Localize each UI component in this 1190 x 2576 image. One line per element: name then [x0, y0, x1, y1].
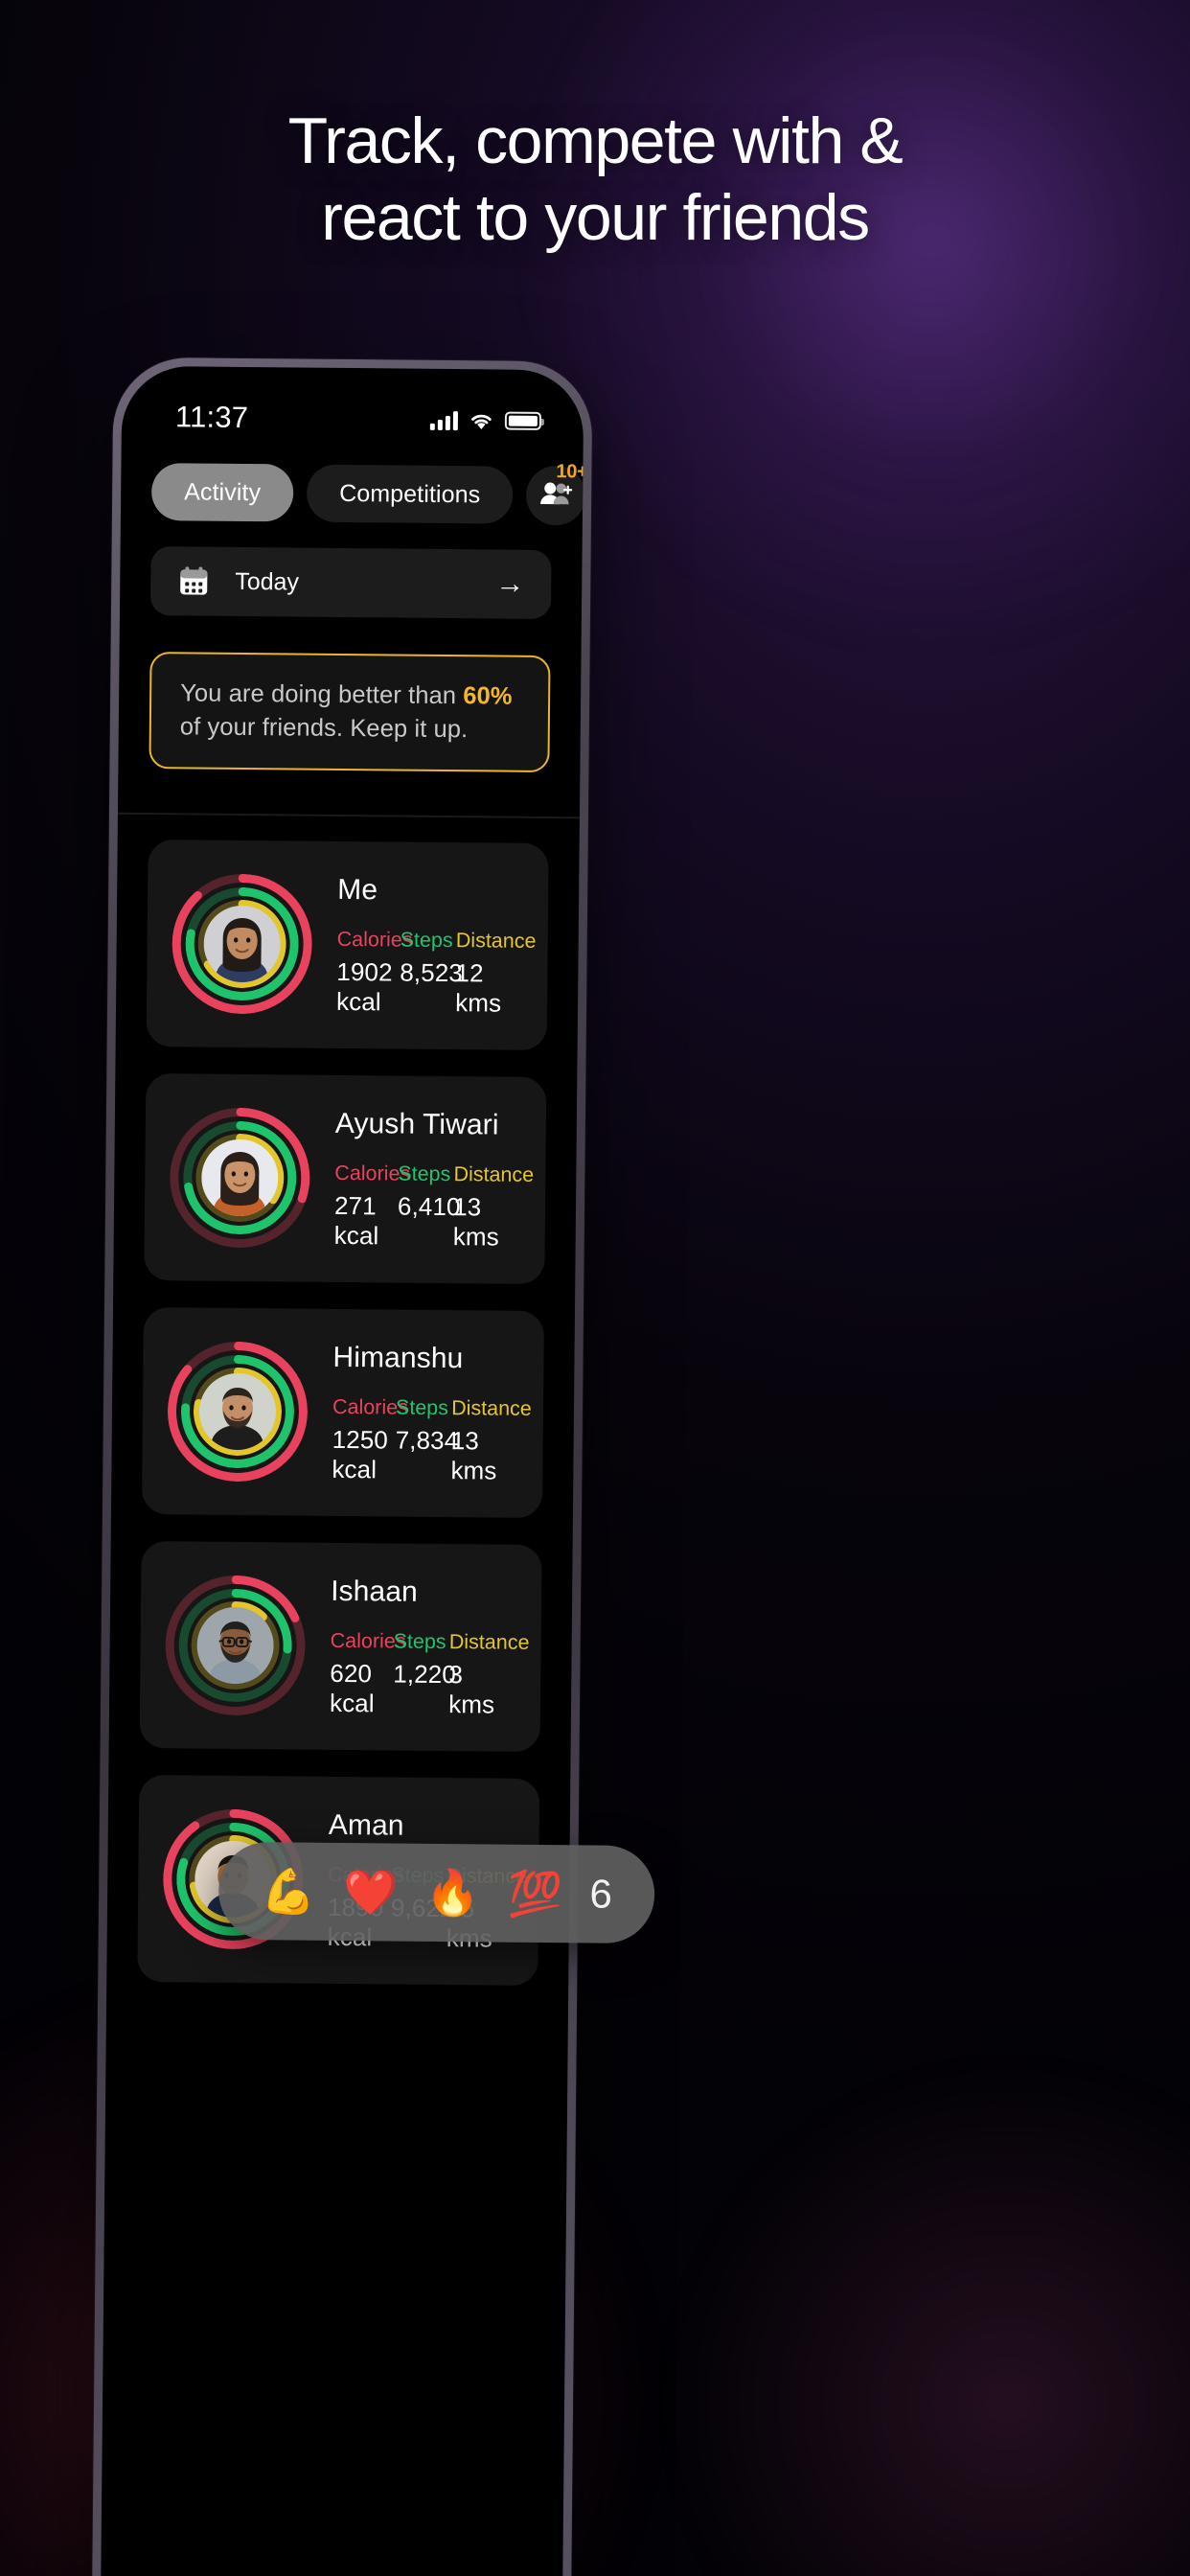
stat-label-steps: Steps: [395, 1395, 449, 1419]
stat-calories: Calories 271 kcal: [333, 1161, 411, 1251]
activity-rings: [167, 1341, 308, 1482]
banner-highlight: 60%: [463, 682, 513, 710]
phone-mockup-frame: 11:37 Activity Competitions 10+ Today → …: [91, 356, 655, 2576]
stat-label-calories: Calories: [332, 1394, 409, 1419]
hundred-points-emoji[interactable]: 💯: [508, 1869, 563, 1920]
stat-label-distance: Distance: [448, 1629, 530, 1654]
stat-value-distance: 3 kms: [448, 1659, 495, 1719]
avatar: [198, 1372, 277, 1451]
stat-steps: Steps 7,834: [395, 1395, 459, 1485]
stat-steps: Steps 6,410: [397, 1162, 461, 1252]
activity-feed: Me Calories 1902 kcal Steps 8,523 Distan…: [106, 815, 580, 1987]
banner-prefix: You are doing better than: [180, 679, 464, 710]
stat-distance: Distance 13 kms: [450, 1395, 532, 1486]
activity-rings: [172, 873, 312, 1014]
tab-competitions[interactable]: Competitions: [306, 464, 514, 524]
stat-label-calories: Calories: [330, 1628, 406, 1653]
stat-steps: Steps 1,220: [393, 1629, 457, 1719]
user-name: Ishaan: [331, 1575, 419, 1608]
user-name: Aman: [328, 1808, 404, 1842]
stat-value-steps: 1,220: [393, 1659, 457, 1689]
red-heart-emoji[interactable]: ❤️: [343, 1867, 399, 1918]
status-bar: 11:37: [122, 366, 584, 448]
user-name: Ayush Tiwari: [334, 1107, 499, 1141]
stat-calories: Calories 620 kcal: [329, 1628, 406, 1718]
stat-value-distance: 13 kms: [452, 1191, 499, 1252]
stat-value-steps: 7,834: [395, 1425, 459, 1455]
stat-distance: Distance 13 kms: [452, 1162, 535, 1253]
stat-value-calories: 620 kcal: [329, 1658, 375, 1717]
battery-icon: [504, 411, 542, 430]
progress-banner: You are doing better than 60% of your fr…: [149, 652, 551, 773]
stat-value-calories: 271 kcal: [333, 1190, 379, 1250]
stat-label-distance: Distance: [455, 928, 537, 953]
user-name: Himanshu: [332, 1341, 464, 1374]
stat-label-distance: Distance: [453, 1162, 535, 1186]
stat-label-distance: Distance: [451, 1395, 532, 1420]
flexed-biceps-emoji[interactable]: 💪: [261, 1866, 316, 1917]
avatar: [200, 1138, 279, 1217]
stat-value-steps: 6,410: [397, 1191, 461, 1221]
page-title: Track, compete with & react to your frie…: [0, 107, 1190, 251]
phone-screen: 11:37 Activity Competitions 10+ Today → …: [100, 365, 584, 2576]
stat-label-calories: Calories: [334, 1161, 411, 1185]
stat-label-steps: Steps: [393, 1629, 446, 1653]
headline-line-2: react to your friends: [321, 181, 870, 255]
banner-suffix: of your friends. Keep it up.: [179, 713, 469, 744]
fire-emoji[interactable]: 🔥: [425, 1868, 481, 1919]
friends-badge: 10+: [556, 461, 584, 483]
tab-activity[interactable]: Activity: [150, 463, 294, 522]
stat-value-calories: 1250 kcal: [332, 1424, 389, 1484]
status-bar-indicators: [429, 409, 542, 430]
top-action-buttons: 10+ +: [525, 461, 584, 526]
background-glow-magenta: [634, 2039, 1190, 2576]
status-bar-time: 11:37: [174, 400, 249, 435]
activity-card[interactable]: Me Calories 1902 kcal Steps 8,523 Distan…: [146, 840, 549, 1051]
stat-distance: Distance 3 kms: [448, 1629, 530, 1720]
reaction-count: 6: [589, 1871, 613, 1917]
add-friends-button[interactable]: 10+: [525, 461, 584, 526]
add-friends-icon: [539, 479, 573, 511]
background-glow-purple: [500, 0, 1190, 671]
activity-card-info: Ayush Tiwari Calories 271 kcal Steps 6,4…: [333, 1107, 535, 1253]
top-toolbar: Activity Competitions 10+: [121, 443, 584, 526]
stat-value-distance: 13 kms: [450, 1425, 497, 1485]
stat-calories: Calories 1902 kcal: [335, 927, 413, 1017]
stat-calories: Calories 1250 kcal: [332, 1394, 409, 1484]
calendar-icon: [177, 564, 210, 597]
stat-distance: Distance 12 kms: [455, 928, 537, 1019]
cellular-bars-icon: [429, 409, 459, 430]
stat-row: Calories 620 kcal Steps 1,220 Distance 3…: [329, 1628, 530, 1720]
activity-card[interactable]: Ishaan Calories 620 kcal Steps 1,220 Dis…: [139, 1540, 542, 1752]
activity-card-info: Ishaan Calories 620 kcal Steps 1,220 Dis…: [329, 1575, 530, 1720]
stat-steps: Steps 8,523: [400, 928, 464, 1018]
stat-value-steps: 8,523: [400, 957, 464, 987]
selected-date-label: Today: [235, 567, 300, 596]
stat-value-calories: 1902 kcal: [335, 956, 393, 1016]
arrow-right-icon[interactable]: →: [495, 567, 524, 599]
activity-card[interactable]: Himanshu Calories 1250 kcal Steps 7,834 …: [141, 1307, 544, 1519]
avatar: [203, 905, 282, 983]
stat-label-calories: Calories: [336, 927, 413, 952]
wifi-icon: [469, 410, 494, 430]
headline-line-1: Track, compete with &: [287, 104, 904, 177]
stat-label-steps: Steps: [400, 928, 453, 952]
activity-card[interactable]: Ayush Tiwari Calories 271 kcal Steps 6,4…: [144, 1073, 547, 1285]
reaction-bar[interactable]: 💪 ❤️ 🔥 💯 6: [217, 1841, 655, 1944]
progress-banner-text: You are doing better than 60% of your fr…: [180, 678, 520, 748]
activity-card-info: Me Calories 1902 kcal Steps 8,523 Distan…: [335, 873, 537, 1019]
stat-row: Calories 271 kcal Steps 6,410 Distance 1…: [333, 1161, 535, 1253]
avatar: [196, 1606, 275, 1685]
stat-row: Calories 1902 kcal Steps 8,523 Distance …: [335, 927, 537, 1019]
activity-card-info: Himanshu Calories 1250 kcal Steps 7,834 …: [332, 1341, 532, 1486]
activity-rings: [170, 1107, 310, 1248]
stat-label-steps: Steps: [398, 1162, 451, 1185]
stat-value-distance: 12 kms: [455, 957, 502, 1018]
date-selector[interactable]: Today →: [149, 546, 552, 620]
activity-rings: [165, 1575, 306, 1715]
stat-row: Calories 1250 kcal Steps 7,834 Distance …: [332, 1394, 532, 1486]
user-name: Me: [337, 873, 378, 906]
